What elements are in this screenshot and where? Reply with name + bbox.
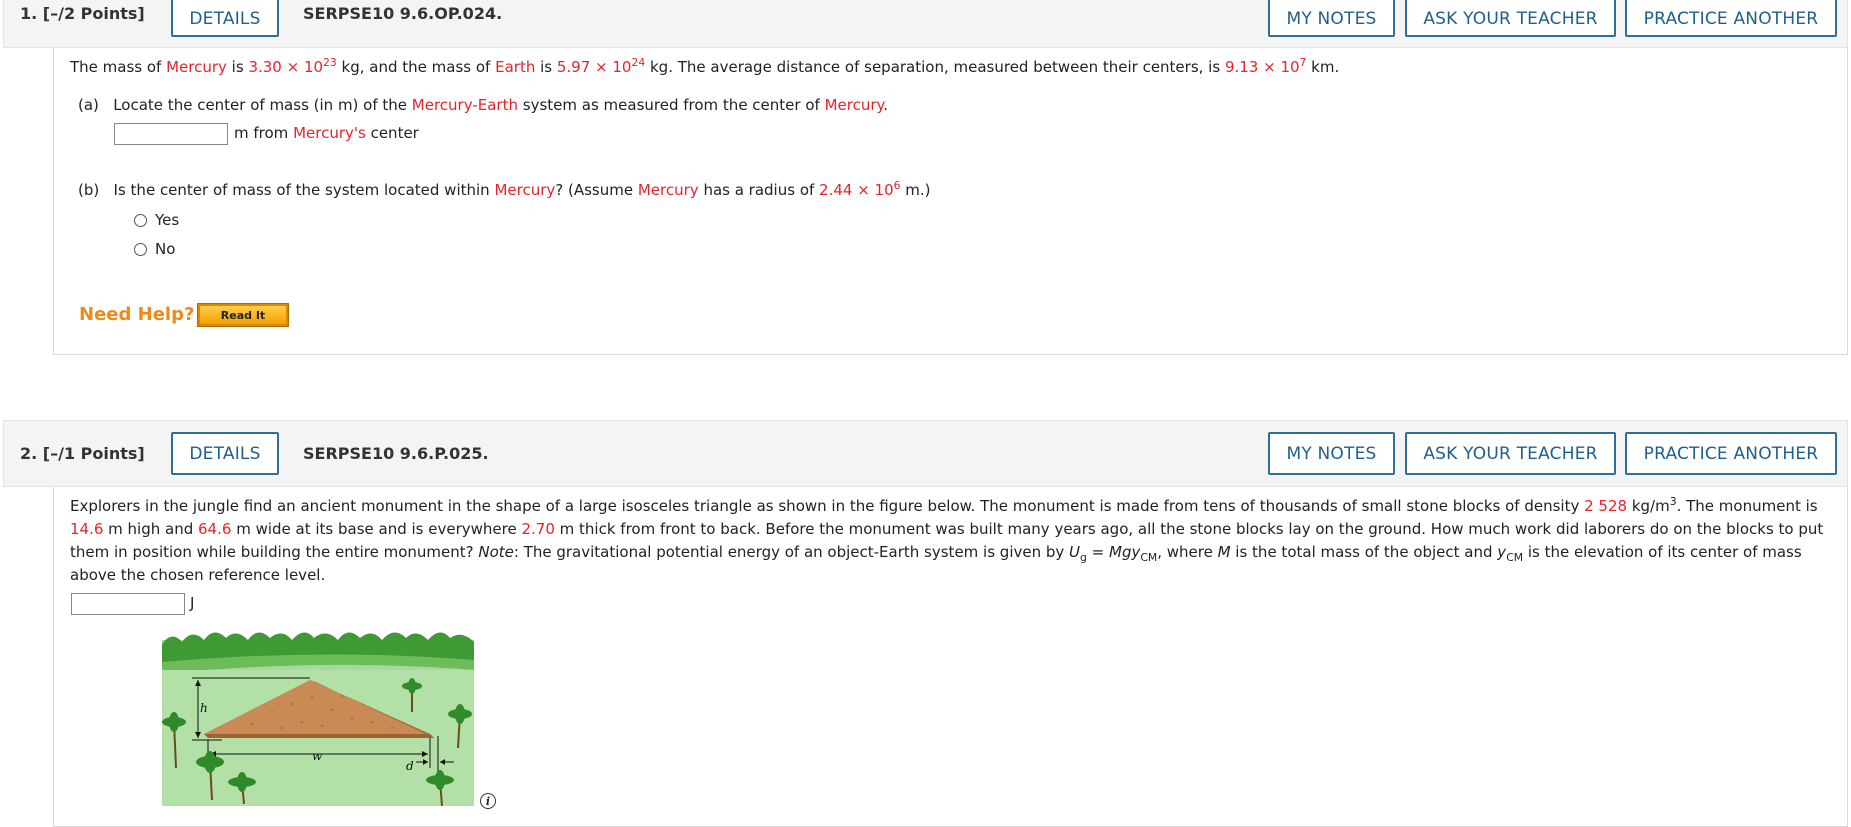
q1-part-b-t3: has a radius of: [698, 181, 820, 199]
q1-part-a-t2: system as measured from the center of: [518, 96, 825, 114]
q1-distance: 9.13 × 107: [1224, 57, 1306, 76]
q1-part-b-t2: ? (Assume: [555, 181, 638, 199]
q1-read-it-button[interactable]: Read It: [197, 303, 289, 327]
q1-mercury-radius-base: 2.44 × 10: [819, 181, 894, 199]
q2-text-t3: . The monument is: [1676, 497, 1818, 515]
q2-points-text: [–/1 Points]: [42, 444, 145, 463]
q2-density: 2 528: [1584, 497, 1628, 515]
q1-part-a-after1: m from: [234, 124, 294, 142]
q1-code: SERPSE10 9.6.OP.024.: [303, 4, 503, 23]
q2-number-text: 2.: [20, 444, 38, 463]
q1-mercury-mass-base: 3.30 × 10: [248, 58, 324, 76]
q1-part-a-after2: center: [365, 124, 419, 142]
q2-u: U: [1069, 543, 1081, 561]
info-icon[interactable]: i: [480, 793, 496, 809]
monument-figure: h w d: [162, 622, 474, 806]
q2-thickness: 2.70: [521, 520, 555, 538]
q1-intro-mercury: Mercury: [166, 58, 227, 76]
q2-answer-unit: J: [190, 594, 195, 612]
q1-part-a-label: (a): [78, 96, 99, 114]
question-1-number: 1. [–/2 Points]: [20, 4, 145, 23]
q2-ask-teacher-button[interactable]: ASK YOUR TEACHER: [1405, 432, 1616, 475]
q1-part-b-mercury2: Mercury: [637, 181, 699, 199]
q2-width: 64.6: [198, 520, 232, 538]
q2-eq: =: [1086, 543, 1109, 561]
q1-my-notes-button[interactable]: MY NOTES: [1268, 0, 1395, 37]
q2-details-button[interactable]: DETAILS: [171, 432, 279, 475]
q1-part-a-mercurys: Mercury's: [293, 124, 366, 142]
question-2-number: 2. [–/1 Points]: [20, 444, 145, 463]
q1-need-help: Need Help?: [79, 304, 195, 325]
q1-part-a-unit: m from Mercury's center: [234, 124, 419, 142]
q2-answer-input[interactable]: [71, 593, 185, 615]
question-1-body: [53, 48, 1848, 355]
q1-intro-t1: The mass of: [70, 58, 167, 76]
q1-mercury-radius-exp: 6: [893, 179, 901, 192]
q1-option-no-label[interactable]: No: [155, 240, 175, 258]
q1-mercury-radius: 2.44 × 106: [819, 179, 901, 199]
q1-part-b-t4: m.): [900, 181, 931, 199]
q1-part-b-prompt: (b) Is the center of mass of the system …: [78, 179, 931, 199]
q1-intro-earth: Earth: [495, 58, 536, 76]
q2-y: y: [1497, 543, 1507, 561]
q1-part-a-prompt: (a) Locate the center of mass (in m) of …: [78, 96, 888, 114]
q1-earth-mass-base: 5.97 × 10: [556, 58, 632, 76]
q1-points-text: [–/2 Points]: [42, 4, 145, 23]
q1-intro-t4: is: [535, 58, 557, 76]
q2-text-t5: m wide at its base and is everywhere: [231, 520, 522, 538]
q2-y-sub: CM: [1506, 551, 1524, 564]
q2-text-t8: , where: [1157, 543, 1218, 561]
q2-my-notes-button[interactable]: MY NOTES: [1268, 432, 1395, 475]
q2-text-t2: kg/m: [1627, 497, 1670, 515]
q1-intro-t5: kg. The average distance of separation, …: [645, 58, 1225, 76]
q1-number-text: 1.: [20, 4, 38, 23]
q2-text-t7: : The gravitational potential energy of …: [513, 543, 1070, 561]
q1-intro-t3: kg, and the mass of: [336, 58, 496, 76]
q2-code: SERPSE10 9.6.P.025.: [303, 444, 489, 463]
q1-practice-another-button[interactable]: PRACTICE ANOTHER: [1625, 0, 1837, 37]
q2-m: M: [1217, 543, 1231, 561]
q1-part-b-mercury: Mercury: [494, 181, 556, 199]
q2-mgy: Mgy: [1109, 543, 1141, 561]
q1-part-a-earth: Earth: [477, 96, 518, 114]
q2-text-t1: Explorers in the jungle find an ancient …: [70, 497, 1585, 515]
q1-mercury-mass: 3.30 × 1023: [248, 56, 337, 76]
figure-label-w: w: [312, 749, 323, 763]
q1-earth-mass: 5.97 × 1024: [556, 56, 646, 76]
q1-option-no-radio[interactable]: [134, 243, 147, 256]
q1-distance-base: 9.13 × 10: [1224, 58, 1300, 76]
q1-earth-mass-exp: 24: [631, 56, 646, 69]
q1-part-a-t3: .: [883, 96, 889, 114]
q1-intro-t6: km.: [1306, 58, 1340, 76]
q1-part-a-mercury: Mercury: [411, 96, 473, 114]
q1-part-a-mercury2: Mercury: [824, 96, 884, 114]
q1-ask-teacher-button[interactable]: ASK YOUR TEACHER: [1405, 0, 1616, 37]
q1-part-b-label: (b): [78, 181, 100, 199]
q2-text-t4: m high and: [103, 520, 199, 538]
q1-option-yes-label[interactable]: Yes: [155, 211, 179, 229]
q1-option-yes-radio[interactable]: [134, 214, 147, 227]
q1-part-b-t1: Is the center of mass of the system loca…: [113, 181, 495, 199]
q2-note: Note: [478, 543, 514, 561]
q1-intro-t2: is: [226, 58, 249, 76]
q2-cm-sub: CM: [1140, 551, 1158, 564]
q2-text-t2-exp: 3: [1669, 495, 1677, 508]
q1-mercury-mass-exp: 23: [323, 56, 337, 69]
q2-height: 14.6: [70, 520, 104, 538]
figure-label-d: d: [406, 759, 414, 773]
q1-details-button[interactable]: DETAILS: [171, 0, 279, 37]
figure-label-h: h: [200, 701, 208, 715]
q1-part-a-answer-input[interactable]: [114, 123, 228, 145]
q1-part-a-t1: Locate the center of mass (in m) of the: [113, 96, 412, 114]
q2-problem-text: Explorers in the jungle find an ancient …: [70, 495, 1830, 587]
q2-u-sub: g: [1080, 551, 1087, 564]
q1-intro: The mass of Mercury is 3.30 × 1023 kg, a…: [70, 56, 1340, 76]
q2-text-t9: is the total mass of the object and: [1230, 543, 1498, 561]
q2-practice-another-button[interactable]: PRACTICE ANOTHER: [1625, 432, 1837, 475]
